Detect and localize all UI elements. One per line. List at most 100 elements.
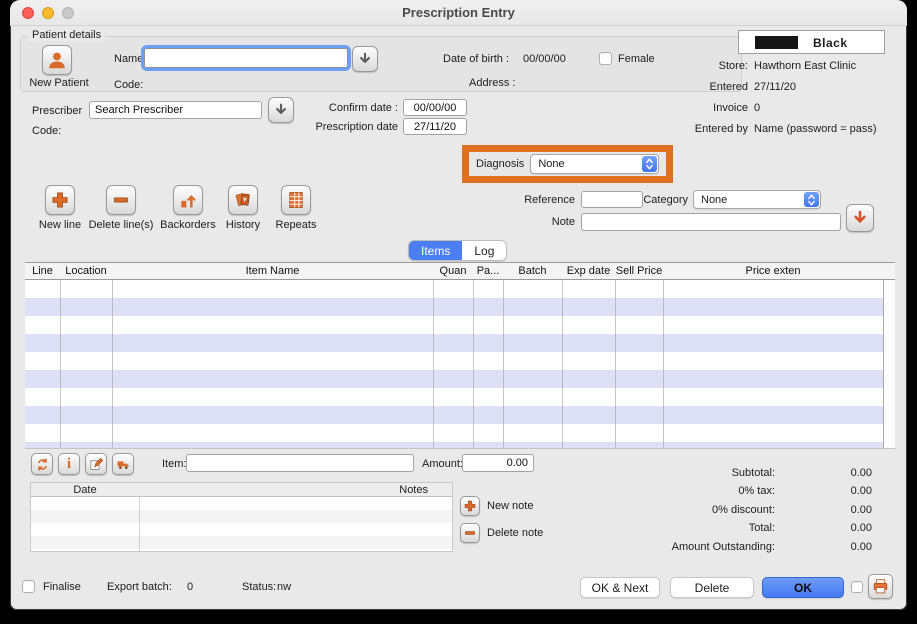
patient-details-label: Patient details: [28, 29, 105, 41]
minus-icon: [111, 190, 131, 210]
total-value: 0.00: [790, 522, 872, 534]
ok-button[interactable]: OK: [762, 577, 844, 598]
tab-items[interactable]: Items: [409, 241, 462, 260]
column-header-quan[interactable]: Quan: [433, 265, 473, 277]
truck-icon: [116, 457, 131, 472]
tax-value: 0.00: [790, 485, 872, 497]
edit-line-button[interactable]: [85, 453, 107, 475]
print-button[interactable]: [868, 574, 893, 599]
select-stepper-icon: [804, 192, 819, 207]
delete-lines-label: Delete line(s): [89, 219, 154, 231]
ok-next-button[interactable]: OK & Next: [580, 577, 660, 598]
tab-log[interactable]: Log: [462, 241, 506, 260]
note-label: Note: [515, 216, 575, 228]
toolbar-item-repeats[interactable]: Repeats: [256, 185, 336, 231]
printer-icon: [872, 578, 889, 595]
confirm-date-label: Confirm date :: [310, 102, 398, 114]
backorders-button[interactable]: [173, 185, 203, 215]
down-arrow-icon: [357, 51, 373, 67]
column-header-location[interactable]: Location: [60, 265, 112, 277]
patient-name-input[interactable]: [144, 48, 348, 68]
repeats-button[interactable]: [281, 185, 311, 215]
column-header-item-name[interactable]: Item Name: [112, 265, 433, 277]
backorders-icon: [178, 190, 198, 210]
patient-search-button[interactable]: [352, 46, 378, 72]
column-divider: [139, 497, 140, 551]
edit-pencil-icon: [89, 457, 104, 472]
category-label: Category: [640, 194, 688, 206]
prescription-date-input[interactable]: [403, 118, 467, 135]
info-icon: i: [67, 456, 71, 473]
transport-button[interactable]: [112, 453, 134, 475]
notes-table-body[interactable]: [31, 497, 452, 551]
print-checkbox[interactable]: [851, 581, 863, 593]
items-table: Line Location Item Name Quan Pa... Batch…: [25, 262, 895, 449]
color-picker[interactable]: Black: [738, 30, 885, 54]
orange-down-arrow-icon: [851, 209, 869, 227]
export-batch-label: Export batch:: [107, 581, 172, 593]
store-value: Hawthorn East Clinic: [754, 60, 856, 72]
discount-label: 0% discount:: [570, 504, 775, 516]
column-divider: [503, 280, 504, 448]
delete-note-button[interactable]: [460, 523, 480, 543]
new-line-label: New line: [39, 219, 81, 231]
amount-input[interactable]: [462, 454, 534, 472]
column-header-exp-date[interactable]: Exp date: [562, 265, 615, 277]
column-header-line[interactable]: Line: [25, 265, 60, 277]
plus-icon: [463, 499, 477, 513]
column-header-price-exten[interactable]: Price exten: [663, 265, 883, 277]
column-header-sell-price[interactable]: Sell Price: [615, 265, 663, 277]
down-arrow-icon: [273, 102, 289, 118]
export-batch-value: 0: [187, 581, 193, 593]
entered-by-value: Name (password = pass): [754, 123, 877, 135]
window-title: Prescription Entry: [10, 5, 907, 20]
total-label: Total:: [570, 522, 775, 534]
confirm-date-input[interactable]: [403, 99, 467, 116]
diagnosis-label: Diagnosis: [476, 158, 524, 170]
amount-label: Amount:: [422, 458, 463, 470]
reference-input[interactable]: [581, 191, 643, 208]
finalise-label: Finalise: [43, 581, 81, 593]
delete-button[interactable]: Delete: [670, 577, 754, 598]
delete-lines-button[interactable]: [106, 185, 136, 215]
repeats-label: Repeats: [276, 219, 317, 231]
column-header-pack[interactable]: Pa...: [473, 265, 503, 277]
column-divider: [433, 280, 434, 448]
prescriber-code-label: Code:: [32, 125, 61, 137]
reference-label: Reference: [497, 194, 575, 206]
new-note-button[interactable]: [460, 496, 480, 516]
new-patient-label: New Patient: [24, 77, 94, 89]
note-add-button[interactable]: [846, 204, 874, 232]
minus-icon: [463, 526, 477, 540]
category-select[interactable]: None: [693, 190, 821, 209]
dob-label: Date of birth :: [443, 53, 509, 65]
new-line-button[interactable]: [45, 185, 75, 215]
tax-label: 0% tax:: [570, 485, 775, 497]
history-label: History: [226, 219, 260, 231]
table-scrollbar[interactable]: [883, 280, 895, 448]
column-divider: [562, 280, 563, 448]
line-info-button[interactable]: i: [58, 453, 80, 475]
finalise-checkbox[interactable]: [22, 580, 35, 593]
items-table-body[interactable]: [25, 280, 895, 449]
history-button[interactable]: [228, 185, 258, 215]
column-divider: [60, 280, 61, 448]
column-divider: [473, 280, 474, 448]
prescriber-search-input[interactable]: [89, 101, 262, 119]
refresh-lines-button[interactable]: [31, 453, 53, 475]
column-header-batch[interactable]: Batch: [503, 265, 562, 277]
diagnosis-select[interactable]: None: [530, 154, 659, 174]
address-label: Address :: [469, 77, 515, 89]
item-input[interactable]: [186, 454, 414, 472]
column-divider: [112, 280, 113, 448]
prescriber-search-button[interactable]: [268, 97, 294, 123]
category-selected-value: None: [694, 194, 803, 206]
note-input[interactable]: [581, 213, 841, 231]
select-stepper-icon: [642, 156, 657, 172]
items-table-header: Line Location Item Name Quan Pa... Batch…: [25, 262, 895, 280]
patient-code-label: Code:: [114, 79, 143, 91]
new-patient-button[interactable]: [42, 45, 72, 75]
notes-table: Date Notes: [30, 482, 453, 552]
amount-outstanding-value: 0.00: [790, 541, 872, 553]
notes-date-header: Date: [31, 484, 139, 496]
